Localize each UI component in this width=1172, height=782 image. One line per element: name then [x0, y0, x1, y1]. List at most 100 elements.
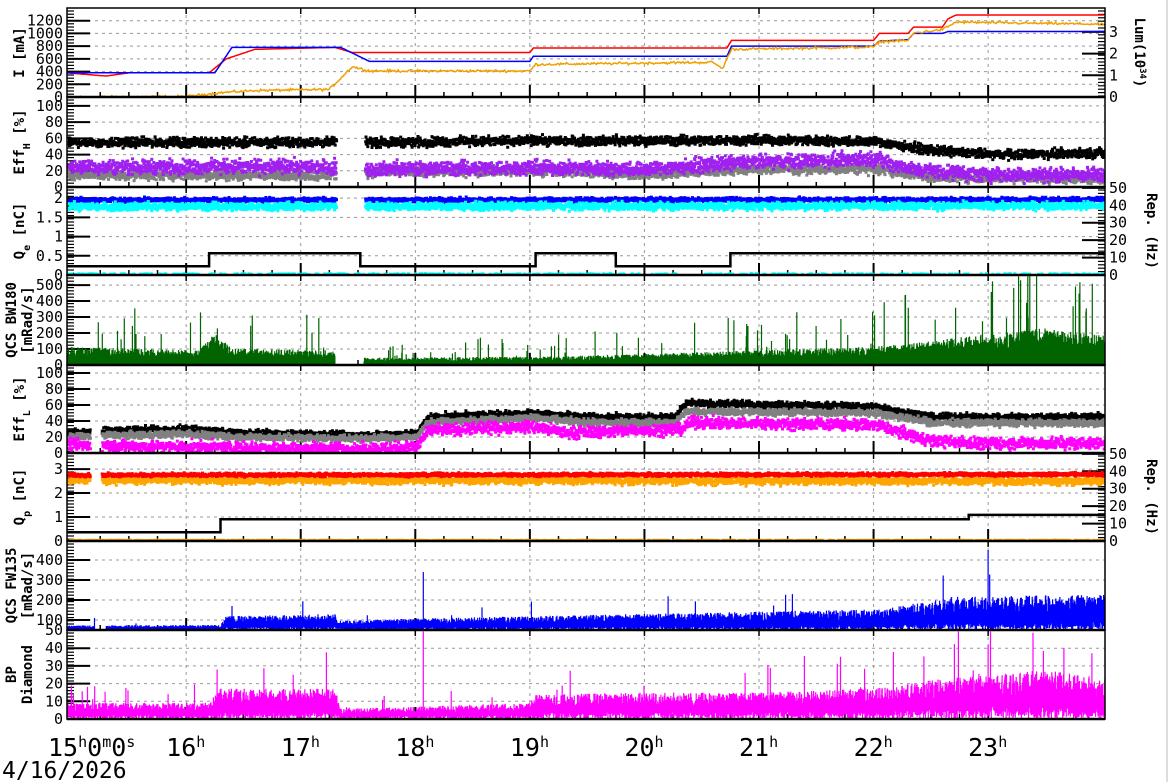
label-part: h	[196, 733, 205, 751]
y-tick-label: 1200	[27, 12, 63, 30]
black-rep-rate-e-line	[67, 251, 1105, 268]
label-part: h	[655, 733, 664, 751]
right-axis-label: Lum(1034)	[1131, 18, 1147, 88]
panel-current: 0200400600800100012000123 Lum(1034)I [mA]	[12, 7, 1147, 106]
label-part: [%]	[12, 109, 28, 143]
panel-eff-l: 020406080100EffL [%]	[12, 364, 1106, 462]
multi-panel-time-series-chart: 0200400600800100012000123 Lum(1034)I [mA]…	[2, 0, 1168, 782]
label-part: h	[311, 733, 320, 751]
label-part: [mRad/s]	[20, 552, 36, 619]
y-tick-label: 10	[45, 692, 63, 710]
date-label: 4/16/2026	[2, 758, 127, 782]
label-part: 21	[739, 733, 769, 762]
label-part: Rep. (Hz)	[1143, 193, 1159, 269]
y-axis-label: EffH [%]	[12, 109, 33, 174]
label-part: )	[1131, 79, 1147, 87]
y-tick-label: 400	[36, 551, 63, 569]
label-part: h	[998, 733, 1007, 751]
right-tick-label: 0	[1109, 266, 1118, 284]
right-tick-label: 10	[1109, 249, 1127, 267]
y-tick-label: 100	[36, 611, 63, 629]
label-part: Eff	[12, 416, 28, 441]
label-part: h	[884, 733, 893, 751]
label-part: h	[540, 733, 549, 751]
black-eff-h-points	[67, 132, 1105, 162]
label-part: 34	[1137, 68, 1147, 79]
x-tick-label: 17h	[281, 733, 320, 762]
y-tick-label: 80	[45, 113, 63, 131]
label-part: Q	[12, 251, 28, 259]
y-axis-label: Qp [nC]	[12, 469, 33, 526]
x-tick-label: 22h	[854, 733, 893, 762]
x-axis: 15h0m0s 16h 17h 18h 19h 20h 21h 22h 23h4/16/2026	[2, 733, 1007, 782]
label-part: 22	[854, 733, 884, 762]
label-part: Eff	[12, 149, 28, 174]
y-tick-label: 60	[45, 396, 63, 414]
label-part: [mRad/s]	[20, 286, 36, 353]
x-tick-label: 19h	[510, 733, 549, 762]
series-group	[67, 275, 1105, 365]
right-tick-label: 2	[1109, 45, 1118, 63]
x-tick-label: 16h	[166, 733, 205, 762]
label-part: QCS BW180	[4, 282, 20, 358]
panel-frame	[66, 7, 1106, 98]
series-group	[67, 550, 1105, 630]
y-tick-label: 100	[36, 340, 63, 358]
y-tick-label: 500	[36, 276, 63, 294]
y-tick-label: 400	[36, 292, 63, 310]
right-tick-label: 50	[1109, 179, 1127, 197]
y-tick-label: 2	[54, 189, 63, 207]
panel-qcs-fw135: 50100200300400QCS FW135 [mRad/s]	[4, 540, 1106, 639]
y-tick-label: 40	[45, 412, 63, 430]
label-part: s	[126, 733, 135, 751]
y-tick-label: 0.5	[36, 247, 63, 265]
y-tick-label: 3	[54, 460, 63, 478]
red-current-line	[67, 14, 1104, 77]
green-qcs-bw180-bars	[67, 275, 1105, 365]
series-group	[67, 132, 1105, 186]
right-tick-label: 1	[1109, 66, 1118, 84]
right-tick-label: 0	[1109, 532, 1118, 550]
right-axis-label: Rep. (Hz)	[1143, 193, 1159, 269]
right-tick-label: 40	[1109, 196, 1127, 214]
y-tick-label: 2	[54, 484, 63, 502]
y-tick-label: 300	[36, 571, 63, 589]
y-tick-label: 100	[36, 97, 63, 115]
series-group	[67, 14, 1105, 97]
right-tick-label: 30	[1109, 480, 1127, 498]
y-axis-label: [mRad/s]	[20, 286, 36, 353]
y-tick-label: 1	[54, 508, 63, 526]
y-axis-label: I [mA]	[12, 27, 28, 78]
right-tick-label: 40	[1109, 462, 1127, 480]
y-tick-label: 30	[45, 657, 63, 675]
label-part: 19	[510, 733, 540, 762]
label-part: Rep. (Hz)	[1143, 459, 1159, 535]
label-part: I [mA]	[12, 27, 28, 78]
panel-q-e: 00.511.5201020304050Rep. (Hz)Qe [nC]	[12, 179, 1159, 284]
label-part: h	[425, 733, 434, 751]
y-tick-label: 60	[45, 129, 63, 147]
x-tick-label: 20h	[624, 733, 663, 762]
y-axis-label: QCS FW135	[4, 548, 20, 624]
label-part: 23	[968, 733, 998, 762]
label-part: 20	[624, 733, 654, 762]
y-tick-label: 40	[45, 639, 63, 657]
y-tick-label: 80	[45, 380, 63, 398]
series-group	[67, 630, 1105, 719]
y-tick-label: 200	[36, 591, 63, 609]
right-tick-label: 50	[1109, 445, 1127, 463]
y-tick-label: 300	[36, 308, 63, 326]
y-axis-label: BP	[4, 666, 20, 683]
panel-eff-h: 020406080100EffH [%]	[12, 96, 1106, 196]
orange-luminosity-line	[67, 20, 1105, 97]
right-tick-label: 20	[1109, 497, 1127, 515]
label-part: 16	[166, 733, 196, 762]
panel-bp-diamond: 010203040 BP Diamond	[4, 629, 1106, 728]
x-tick-label: 21h	[739, 733, 778, 762]
label-part: Q	[12, 517, 28, 525]
series-group	[67, 195, 1105, 275]
magenta-bp-diamond-bars	[67, 630, 1105, 719]
panel-frame	[66, 452, 1106, 542]
right-tick-label: 20	[1109, 231, 1127, 249]
y-axis-label: [mRad/s]	[20, 552, 36, 619]
